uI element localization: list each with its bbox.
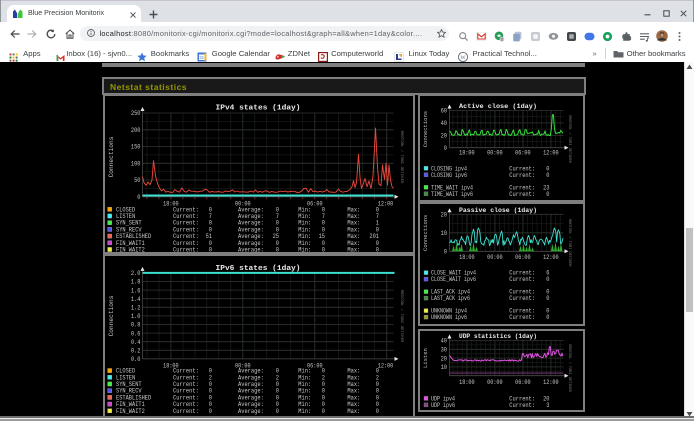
svg-text:00:00: 00:00 (487, 149, 503, 156)
svg-text:00:00: 00:00 (487, 378, 503, 385)
svg-text:CLOSE_WAIT ipv6: CLOSE_WAIT ipv6 (431, 276, 476, 283)
svg-text:3: 3 (546, 401, 550, 408)
svg-text:Passive close (1day): Passive close (1day) (459, 207, 537, 214)
svg-text:Connections: Connections (108, 136, 115, 177)
svg-text:FIN_WAIT2: FIN_WAIT2 (116, 246, 145, 252)
svg-text:IPv4 states (1day): IPv4 states (1day) (216, 104, 301, 112)
svg-text:12:00: 12:00 (543, 149, 559, 156)
svg-text:Current:: Current: (509, 295, 535, 302)
svg-text:0: 0 (443, 144, 447, 151)
svg-text:Connections: Connections (108, 295, 115, 336)
svg-text:18:00: 18:00 (459, 254, 475, 261)
svg-text:TIME_WAIT ipv6: TIME_WAIT ipv6 (431, 190, 473, 197)
svg-text:RRDTOOL / TOBI OETIKER: RRDTOOL / TOBI OETIKER (567, 115, 572, 163)
svg-text:FIN_WAIT2: FIN_WAIT2 (116, 407, 145, 414)
svg-text:0.2: 0.2 (131, 347, 141, 354)
svg-text:Current:: Current: (509, 276, 535, 283)
svg-text:12:00: 12:00 (378, 362, 394, 369)
svg-text:1.0: 1.0 (131, 313, 141, 320)
svg-text:20: 20 (440, 132, 447, 139)
svg-text:RRDTOOL / TOBI OETIKER: RRDTOOL / TOBI OETIKER (567, 219, 572, 267)
svg-text:50: 50 (134, 177, 141, 184)
svg-text:IPv6 states (1day): IPv6 states (1day) (216, 265, 301, 273)
svg-text:W: W (460, 55, 466, 61)
svg-text:20: 20 (440, 355, 447, 362)
svg-text:06:00: 06:00 (515, 254, 531, 261)
svg-text:Current:: Current: (509, 171, 535, 178)
svg-text:0.0: 0.0 (131, 356, 141, 363)
svg-text:0: 0 (376, 407, 380, 414)
svg-text:00:00: 00:00 (487, 254, 503, 261)
svg-text:Current:: Current: (173, 246, 199, 252)
svg-text:31: 31 (199, 55, 204, 60)
svg-text:RRDTOOL / TOBI OETIKER: RRDTOOL / TOBI OETIKER (399, 289, 404, 342)
svg-text:RRDTOOL / TOBI OETIKER: RRDTOOL / TOBI OETIKER (399, 130, 404, 183)
svg-text:10: 10 (440, 364, 447, 371)
svg-text:Min:: Min: (298, 407, 311, 414)
svg-text:150: 150 (131, 143, 141, 150)
svg-text:Current:: Current: (509, 401, 535, 408)
svg-text:1.8: 1.8 (131, 278, 141, 285)
svg-text:40: 40 (440, 120, 447, 127)
svg-text:30: 30 (440, 346, 447, 353)
svg-text:Listen: Listen (422, 348, 429, 368)
svg-text:Connections: Connections (422, 110, 429, 146)
svg-text:Max:: Max: (347, 246, 360, 252)
svg-text:0: 0 (276, 246, 280, 252)
svg-text:18:00: 18:00 (459, 149, 475, 156)
svg-text:Max:: Max: (347, 407, 360, 414)
svg-text:Current:: Current: (173, 407, 199, 414)
svg-text:40: 40 (440, 337, 447, 344)
svg-text:2.0: 2.0 (131, 270, 141, 277)
svg-text:Current:: Current: (509, 190, 535, 197)
svg-text:10: 10 (440, 230, 447, 237)
svg-text:0: 0 (546, 314, 550, 321)
svg-text:0.4: 0.4 (131, 338, 141, 345)
svg-text:0: 0 (276, 407, 280, 414)
svg-text:0: 0 (137, 194, 141, 201)
svg-text:0: 0 (322, 246, 326, 252)
svg-text:100: 100 (131, 160, 141, 167)
svg-text:12:00: 12:00 (543, 254, 559, 261)
svg-text:1.2: 1.2 (131, 304, 141, 311)
svg-text:Average:: Average: (238, 407, 264, 414)
svg-text:RRDTOOL / TOBI OETIKER: RRDTOOL / TOBI OETIKER (567, 344, 572, 392)
svg-text:Current:: Current: (509, 314, 535, 321)
svg-text:Average:: Average: (238, 246, 264, 252)
svg-text:UDP statistics (1day): UDP statistics (1day) (459, 333, 537, 340)
svg-text:06:00: 06:00 (515, 149, 531, 156)
svg-text:12:00: 12:00 (543, 378, 559, 385)
svg-text:12:00: 12:00 (378, 200, 394, 207)
svg-text:LAST_ACK ipv6: LAST_ACK ipv6 (431, 295, 470, 302)
svg-text:UNKNOWN ipv6: UNKNOWN ipv6 (431, 314, 467, 321)
svg-text:0: 0 (546, 276, 550, 283)
svg-text:0: 0 (209, 246, 213, 252)
svg-text:0: 0 (443, 249, 447, 256)
svg-text:0: 0 (209, 407, 213, 414)
svg-text:0: 0 (546, 171, 550, 178)
svg-text:2: 2 (501, 37, 503, 41)
svg-text:0: 0 (546, 190, 550, 197)
svg-text:250: 250 (131, 110, 141, 117)
svg-text:Min:: Min: (298, 246, 311, 252)
svg-text:18:00: 18:00 (459, 378, 475, 385)
svg-text:UDP ipv6: UDP ipv6 (431, 401, 455, 408)
svg-text:60: 60 (440, 107, 447, 114)
svg-text:0: 0 (546, 295, 550, 302)
svg-text:20: 20 (440, 212, 447, 219)
svg-text:200: 200 (131, 126, 141, 133)
svg-text:06:00: 06:00 (515, 378, 531, 385)
svg-text:0.6: 0.6 (131, 330, 141, 337)
svg-text:0: 0 (376, 246, 380, 252)
svg-text:1.4: 1.4 (131, 295, 141, 302)
svg-text:0: 0 (322, 407, 326, 414)
svg-text:Connections: Connections (422, 215, 429, 251)
svg-text:CLOSING ipv6: CLOSING ipv6 (431, 171, 467, 178)
svg-text:0.8: 0.8 (131, 321, 141, 328)
svg-text:Active close (1day): Active close (1day) (459, 103, 537, 110)
svg-text:1.6: 1.6 (131, 287, 141, 294)
